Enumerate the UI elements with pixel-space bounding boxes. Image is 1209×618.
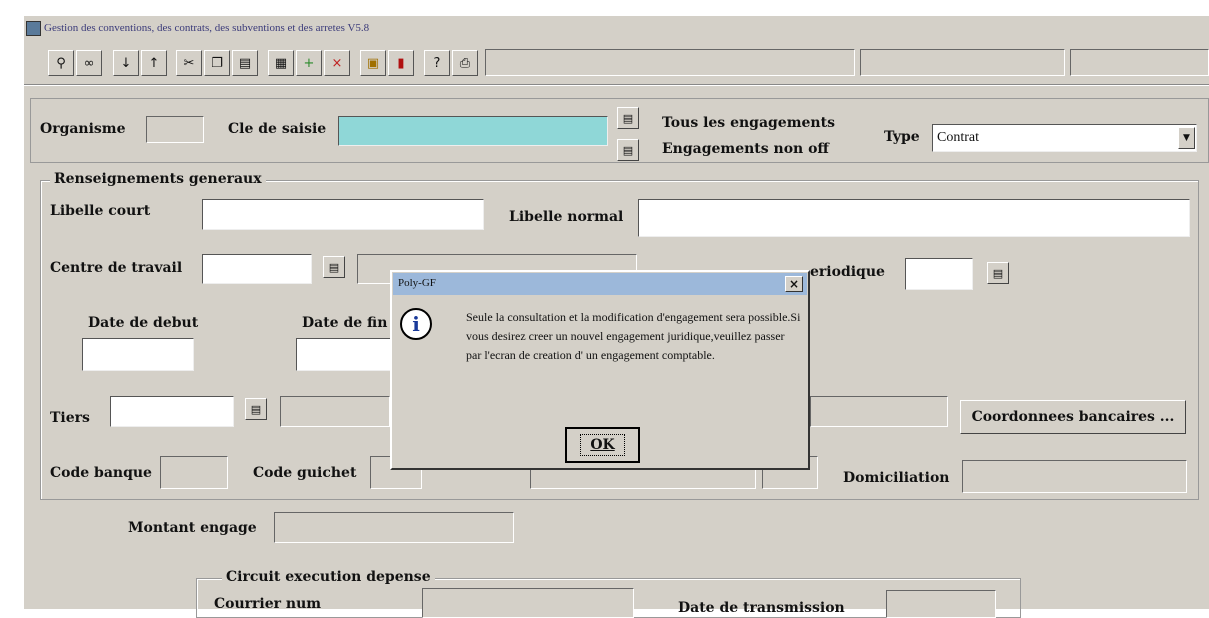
date-transmission-field[interactable] — [886, 590, 996, 618]
delete-record-icon[interactable]: × — [324, 50, 350, 76]
toolbar-separator — [24, 84, 1209, 86]
type-value: Contrat — [937, 130, 979, 145]
libelle-court-field[interactable] — [202, 199, 484, 230]
non-off-picker-icon[interactable]: ▤ — [617, 139, 639, 161]
save-icon[interactable]: ▣ — [360, 50, 386, 76]
domiciliation-field[interactable] — [962, 460, 1187, 493]
periodique-label: eriodique — [810, 264, 885, 280]
window-title: Gestion des conventions, des contrats, d… — [44, 22, 370, 34]
scissors-icon[interactable]: ✂ — [176, 50, 202, 76]
tiers-label: Tiers — [50, 410, 90, 426]
tous-picker-icon[interactable]: ▤ — [617, 107, 639, 129]
organisme-field[interactable] — [146, 116, 204, 143]
centre-travail-field[interactable] — [202, 254, 312, 284]
libelle-normal-field[interactable] — [638, 199, 1190, 237]
tiers-description-field — [280, 396, 390, 427]
courrier-num-field[interactable] — [422, 588, 634, 618]
dialog-message: Seule la consultation et la modification… — [466, 310, 801, 362]
ok-button-label: OK — [580, 434, 625, 456]
libelle-court-label: Libelle court — [50, 203, 151, 219]
copy-icon[interactable]: ❐ — [204, 50, 230, 76]
date-fin-label: Date de fin — [302, 315, 388, 331]
new-record-icon[interactable]: + — [296, 50, 322, 76]
montant-engage-field[interactable] — [274, 512, 514, 543]
app-icon — [26, 21, 41, 36]
periodique-picker-icon[interactable]: ▤ — [987, 262, 1009, 284]
date-debut-field[interactable] — [82, 338, 194, 371]
date-fin-field[interactable] — [296, 338, 396, 371]
calculator-icon[interactable]: ▦ — [268, 50, 294, 76]
print-icon[interactable]: ⎙ — [452, 50, 478, 76]
toolbar-status-box-1 — [485, 49, 855, 76]
tiers-extra-field — [810, 396, 948, 427]
cle-field[interactable] — [338, 116, 608, 146]
arrow-up-icon[interactable]: ↑ — [141, 50, 167, 76]
exit-icon[interactable]: ▮ — [388, 50, 414, 76]
engagements-non-off-label: Engagements non off — [662, 141, 829, 157]
date-transmission-label: Date de transmission — [678, 600, 845, 616]
dialog-title-bar — [393, 273, 807, 295]
tous-engagements-label: Tous les engagements — [662, 115, 835, 131]
help-icon[interactable]: ? — [424, 50, 450, 76]
tiers-picker-icon[interactable]: ▤ — [245, 398, 267, 420]
close-icon[interactable]: × — [785, 276, 803, 292]
arrow-down-icon[interactable]: ↓ — [113, 50, 139, 76]
tiers-field[interactable] — [110, 396, 234, 427]
binoculars-icon[interactable]: ∞ — [76, 50, 102, 76]
code-banque-label: Code banque — [50, 465, 152, 481]
courrier-num-label: Courrier num — [214, 596, 322, 612]
toolbar-status-box-3 — [1070, 49, 1209, 76]
montant-engage-label: Montant engage — [128, 520, 257, 536]
libelle-normal-label: Libelle normal — [509, 209, 624, 225]
circuit-group-label: Circuit execution depense — [222, 569, 435, 585]
code-guichet-label: Code guichet — [253, 465, 357, 481]
organisme-label: Organisme — [40, 121, 126, 137]
domiciliation-label: Domiciliation — [843, 470, 950, 486]
dialog-title: Poly-GF — [398, 277, 436, 289]
coordonnees-bancaires-button[interactable]: Coordonnees bancaires ... — [960, 400, 1186, 434]
centre-travail-label: Centre de travail — [50, 260, 183, 276]
renseignements-group-label: Renseignements generaux — [50, 171, 266, 187]
type-label: Type — [884, 129, 920, 145]
chevron-down-icon[interactable]: ▼ — [1178, 127, 1195, 149]
info-icon: i — [400, 308, 432, 340]
cle-label: Cle de saisie — [228, 121, 327, 137]
ok-button[interactable]: OK — [565, 427, 640, 463]
centre-picker-icon[interactable]: ▤ — [323, 256, 345, 278]
code-banque-field[interactable] — [160, 456, 228, 489]
periodique-field[interactable] — [905, 258, 973, 290]
paste-icon[interactable]: ▤ — [232, 50, 258, 76]
search-icon[interactable]: ⚲ — [48, 50, 74, 76]
date-debut-label: Date de debut — [88, 315, 199, 331]
toolbar-status-box-2 — [860, 49, 1065, 76]
